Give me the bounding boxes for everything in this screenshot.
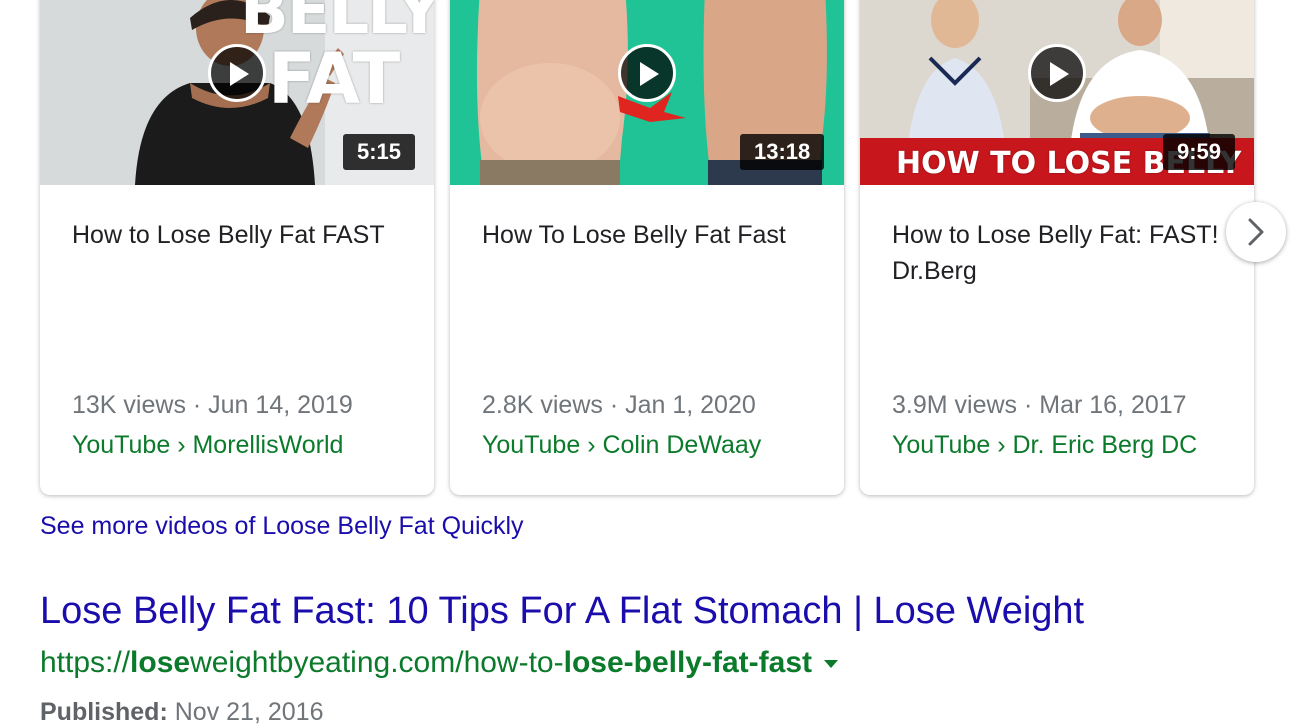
video-title[interactable]: How to Lose Belly Fat: FAST! Dr.Berg xyxy=(892,217,1232,289)
video-meta: 3.9M views · Mar 16, 2017 xyxy=(892,391,1187,419)
video-card[interactable]: 13:18 How To Lose Belly Fat Fast 2.8K vi… xyxy=(450,0,844,495)
search-results-page: BELLY FAT 5:15 How to Lose Belly Fat FAS… xyxy=(0,0,1296,724)
video-duration: 9:59 xyxy=(1163,134,1236,170)
video-thumbnail[interactable]: 13:18 xyxy=(450,0,844,185)
carousel-next-button[interactable] xyxy=(1226,202,1286,262)
see-more-videos-link[interactable]: See more videos of Loose Belly Fat Quick… xyxy=(40,512,524,541)
video-source: YouTube › MorellisWorld xyxy=(72,431,344,459)
video-title[interactable]: How To Lose Belly Fat Fast xyxy=(482,217,822,253)
url-bold-part: lose xyxy=(130,646,191,679)
play-button[interactable] xyxy=(618,44,676,102)
video-source: YouTube › Dr. Eric Berg DC xyxy=(892,431,1198,459)
video-carousel: BELLY FAT 5:15 How to Lose Belly Fat FAS… xyxy=(0,0,1296,500)
video-card[interactable]: BELLY FAT 5:15 How to Lose Belly Fat FAS… xyxy=(40,0,434,495)
url-middle: weightbyeating.com/how-to- xyxy=(190,646,564,679)
thumbnail-caption-line1: BELLY xyxy=(240,0,434,49)
play-icon xyxy=(640,62,659,86)
video-thumbnail[interactable]: BELLY FAT 5:15 xyxy=(40,0,434,185)
video-card[interactable]: HOW TO LOSE BELLY FAT 9:59 How to Lose B… xyxy=(860,0,1254,495)
thumbnail-caption-line2: FAT xyxy=(268,38,400,120)
video-title[interactable]: How to Lose Belly Fat FAST xyxy=(72,217,412,253)
play-button[interactable] xyxy=(208,44,266,102)
video-source: YouTube › Colin DeWaay xyxy=(482,431,762,459)
video-meta: 2.8K views · Jan 1, 2020 xyxy=(482,391,756,419)
url-prefix: https:// xyxy=(40,646,131,679)
chevron-right-icon xyxy=(1248,218,1264,246)
play-button[interactable] xyxy=(1028,44,1086,102)
play-icon xyxy=(230,62,249,86)
video-duration: 13:18 xyxy=(740,134,825,170)
result-title-link[interactable]: Lose Belly Fat Fast: 10 Tips For A Flat … xyxy=(40,590,1084,633)
result-url[interactable]: https://loseweightbyeating.com/how-to-lo… xyxy=(40,646,838,680)
caret-down-icon[interactable] xyxy=(824,660,838,669)
play-icon xyxy=(1050,62,1069,86)
video-thumbnail[interactable]: HOW TO LOSE BELLY FAT 9:59 xyxy=(860,0,1254,185)
video-duration: 5:15 xyxy=(343,134,416,170)
published-label: Published: xyxy=(40,698,168,724)
video-meta: 13K views · Jun 14, 2019 xyxy=(72,391,353,419)
url-bold-part: lose-belly-fat-fast xyxy=(563,646,812,679)
published-date: Published: Nov 21, 2016 xyxy=(40,698,323,724)
published-value: Nov 21, 2016 xyxy=(174,698,324,724)
